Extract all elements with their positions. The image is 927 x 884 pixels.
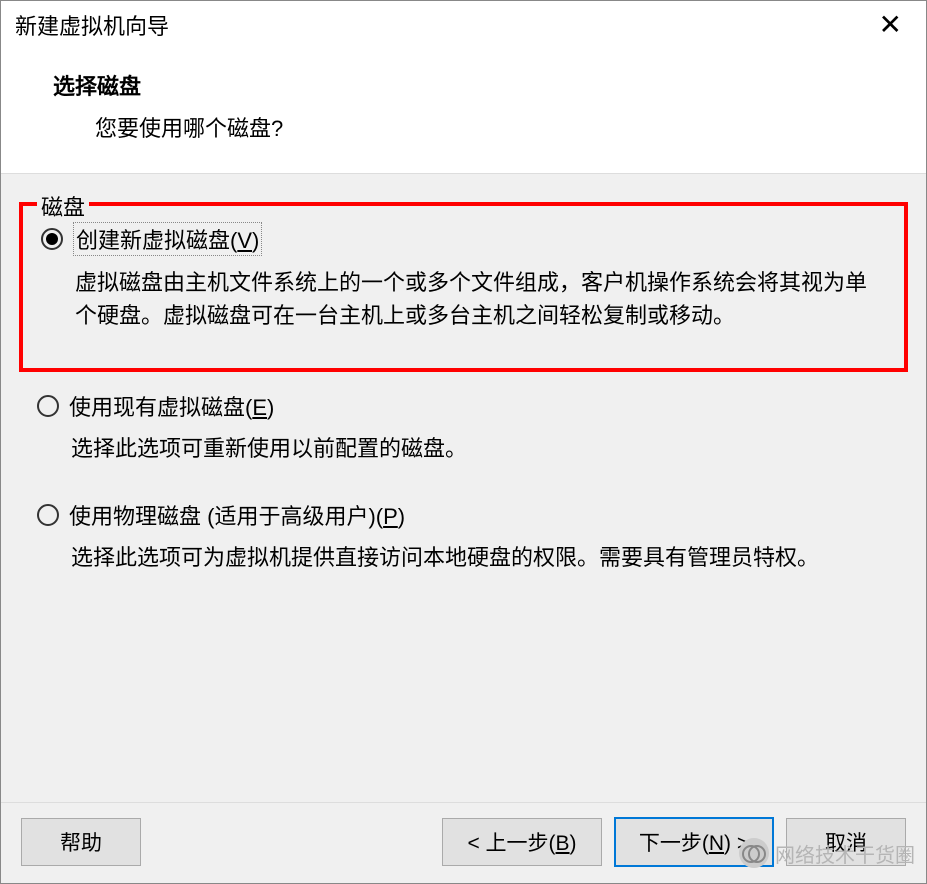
cancel-button[interactable]: 取消 (786, 818, 906, 866)
radio-icon (41, 228, 63, 250)
page-subtitle: 您要使用哪个磁盘? (53, 111, 926, 143)
content-area: 磁盘 创建新虚拟磁盘(V) 虚拟磁盘由主机文件系统上的一个或多个文件组成，客户机… (1, 173, 926, 802)
radio-option-use-existing[interactable]: 使用现有虚拟磁盘(E) 选择此选项可重新使用以前配置的磁盘。 (37, 390, 890, 465)
radio-description: 虚拟磁盘由主机文件系统上的一个或多个文件组成，客户机操作系统会将其视为单个硬盘。… (41, 266, 871, 332)
dialog-title: 新建虚拟机向导 (15, 9, 169, 41)
page-title: 选择磁盘 (53, 69, 926, 101)
radio-icon (37, 504, 59, 526)
radio-option-create-new[interactable]: 创建新虚拟磁盘(V) 虚拟磁盘由主机文件系统上的一个或多个文件组成，客户机操作系… (41, 222, 886, 332)
next-button[interactable]: 下一步(N) > (614, 817, 774, 867)
fieldset-label: 磁盘 (37, 190, 89, 222)
wizard-dialog: 新建虚拟机向导 ✕ 选择磁盘 您要使用哪个磁盘? 磁盘 创建新虚拟磁盘(V) 虚… (0, 0, 927, 884)
radio-icon (37, 395, 59, 417)
button-bar: 帮助 < 上一步(B) 下一步(N) > 取消 (1, 802, 926, 883)
radio-description: 选择此选项可为虚拟机提供直接访问本地硬盘的权限。需要具有管理员特权。 (37, 541, 867, 574)
header-section: 选择磁盘 您要使用哪个磁盘? (1, 51, 926, 173)
radio-label: 使用物理磁盘 (适用于高级用户)(P) (69, 499, 405, 531)
help-button[interactable]: 帮助 (21, 818, 141, 866)
radio-label: 使用现有虚拟磁盘(E) (69, 390, 274, 422)
radio-label: 创建新虚拟磁盘(V) (73, 222, 262, 256)
radio-description: 选择此选项可重新使用以前配置的磁盘。 (37, 432, 867, 465)
close-icon[interactable]: ✕ (871, 11, 910, 39)
back-button[interactable]: < 上一步(B) (442, 818, 602, 866)
title-bar: 新建虚拟机向导 ✕ (1, 1, 926, 51)
highlighted-option: 创建新虚拟磁盘(V) 虚拟磁盘由主机文件系统上的一个或多个文件组成，客户机操作系… (19, 202, 908, 372)
radio-option-use-physical[interactable]: 使用物理磁盘 (适用于高级用户)(P) 选择此选项可为虚拟机提供直接访问本地硬盘… (37, 499, 890, 574)
